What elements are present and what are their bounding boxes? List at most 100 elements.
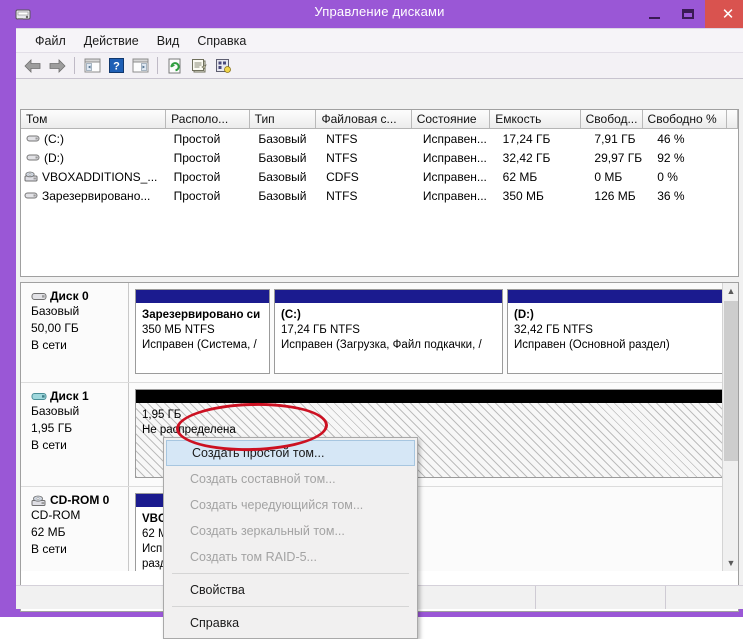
disk-title-1: Диск 1 <box>31 389 122 403</box>
scrollbar-thumb[interactable] <box>724 301 738 461</box>
cell-free-percent: 92 % <box>657 150 685 165</box>
column-header-type[interactable]: Тип <box>249 110 317 128</box>
title-bar[interactable]: Управление дисками ✕ <box>8 0 743 28</box>
column-header-capacity[interactable]: Емкость <box>490 110 581 128</box>
column-header-filler[interactable] <box>726 110 738 128</box>
column-header-layout[interactable]: Располо... <box>166 110 250 128</box>
chevron-down-icon[interactable]: ▼ <box>723 555 738 571</box>
toolbar-separator <box>74 57 75 74</box>
cell-free: 126 МБ <box>594 188 636 203</box>
context-menu-item-new-simple-volume[interactable]: Создать простой том... <box>166 440 415 466</box>
toolbar: ? <box>16 53 743 79</box>
context-menu-item-new-spanned-volume: Создать составной том... <box>190 472 336 486</box>
cell-volume: Зарезервировано... <box>42 188 151 203</box>
cell-capacity: 32,42 ГБ <box>502 150 551 165</box>
menu-bar: Файл Действие Вид Справка <box>16 29 743 53</box>
volume-list[interactable]: Том Располо... Тип Файловая с... Состоян… <box>20 109 739 277</box>
disk-status: В сети <box>31 338 67 352</box>
hard-disk-icon <box>31 391 47 402</box>
help-icon[interactable]: ? <box>105 55 127 77</box>
disk-header-1[interactable]: Диск 1 Базовый 1,95 ГБ В сети <box>21 383 129 486</box>
cell-status: Исправен... <box>422 131 487 146</box>
vertical-scrollbar[interactable]: ▲ ▼ <box>722 283 738 571</box>
disk-header-2[interactable]: CD-ROM 0 CD-ROM 62 МБ В сети <box>21 487 129 571</box>
cell-type: Базовый <box>258 169 307 184</box>
back-icon[interactable] <box>22 55 44 77</box>
cell-free-percent: 0 % <box>657 169 678 184</box>
cell-type: Базовый <box>258 150 307 165</box>
close-button[interactable]: ✕ <box>705 0 743 28</box>
cell-volume: (C:) <box>44 131 64 146</box>
column-header-free[interactable]: Свобод... <box>580 110 643 128</box>
column-header-filesystem[interactable]: Файловая с... <box>316 110 412 128</box>
context-menu-item-new-striped-volume: Создать чередующийся том... <box>190 498 364 512</box>
maximize-button[interactable] <box>671 0 705 28</box>
context-menu[interactable]: Создать простой том... Создать составной… <box>163 437 418 639</box>
partition-system-reserved[interactable]: Зарезервировано си 350 МБ NTFS Исправен … <box>135 289 270 374</box>
partition-label: (D:) <box>514 309 534 321</box>
partition-d[interactable]: (D:) 32,42 ГБ NTFS Исправен (Основной ра… <box>507 289 723 374</box>
context-menu-item-help[interactable]: Справка <box>164 610 417 636</box>
disk-status: В сети <box>31 438 67 452</box>
cell-capacity: 17,24 ГБ <box>502 131 551 146</box>
menu-file[interactable]: Файл <box>26 32 75 50</box>
menu-help[interactable]: Справка <box>188 32 255 50</box>
context-menu-item-properties[interactable]: Свойства <box>164 577 417 603</box>
show-hide-left-pane-icon[interactable] <box>81 55 103 77</box>
show-hide-action-pane-icon[interactable] <box>129 55 151 77</box>
cell-capacity: 62 МБ <box>502 169 538 184</box>
refresh-icon[interactable] <box>164 55 186 77</box>
properties-icon[interactable] <box>188 55 210 77</box>
table-row[interactable]: (C:) Простой Базовый NTFS Исправен... 17… <box>21 129 738 148</box>
table-row[interactable]: VBOXADDITIONS_... Простой Базовый CDFS И… <box>21 167 738 186</box>
cell-filesystem: NTFS <box>326 188 358 203</box>
disk-header-0[interactable]: Диск 0 Базовый 50,00 ГБ В сети <box>21 283 129 382</box>
partition-status: Исправен (Система, / <box>142 339 257 351</box>
table-row[interactable]: (D:) Простой Базовый NTFS Исправен... 32… <box>21 148 738 167</box>
caption-buttons: ✕ <box>637 0 743 28</box>
disk-type: Базовый <box>31 404 80 418</box>
status-cell-3 <box>666 586 743 609</box>
cell-volume: VBOXADDITIONS_... <box>42 169 158 184</box>
partition-c[interactable]: (C:) 17,24 ГБ NTFS Исправен (Загрузка, Ф… <box>274 289 503 374</box>
menu-view[interactable]: Вид <box>148 32 189 50</box>
partition-status: Исправен (Основной раздел) <box>514 339 670 351</box>
cell-filesystem: CDFS <box>326 169 359 184</box>
disk-type: CD-ROM <box>31 508 81 522</box>
client-area: Файл Действие Вид Справка ? Том Располо.… <box>16 28 743 639</box>
disk-size: 1,95 ГБ <box>31 421 73 435</box>
column-header-volume[interactable]: Том <box>21 110 167 128</box>
column-header-free-percent[interactable]: Свободно % <box>642 110 727 128</box>
forward-icon[interactable] <box>46 55 68 77</box>
disk-title-2: CD-ROM 0 <box>31 493 122 507</box>
chevron-up-icon[interactable]: ▲ <box>723 283 738 299</box>
cell-layout: Простой <box>173 169 221 184</box>
partition-label: (C:) <box>281 309 301 321</box>
disk-size: 62 МБ <box>31 525 66 539</box>
cell-type: Базовый <box>258 131 307 146</box>
partition-color-bar <box>136 390 723 403</box>
cell-volume: (D:) <box>44 150 64 165</box>
context-menu-separator-1 <box>172 573 409 574</box>
disk-size: 50,00 ГБ <box>31 321 79 335</box>
disk-partitions-0: Зарезервировано си 350 МБ NTFS Исправен … <box>129 283 723 382</box>
minimize-button[interactable] <box>637 0 671 28</box>
disk-title-0: Диск 0 <box>31 289 122 303</box>
partition-label: Зарезервировано си <box>142 309 261 321</box>
disk-name: Диск 1 <box>50 389 89 403</box>
table-row[interactable]: Зарезервировано... Простой Базовый NTFS … <box>21 186 738 205</box>
column-header-status[interactable]: Состояние <box>411 110 491 128</box>
partition-size: 17,24 ГБ NTFS <box>281 324 360 336</box>
disk-row-0[interactable]: Диск 0 Базовый 50,00 ГБ В сети Зарезерви… <box>21 283 723 383</box>
partition-status: Исправен (Загрузка, Файл подкачки, / <box>281 339 482 351</box>
partition-status: Не распределена <box>142 424 236 436</box>
partition-color-bar <box>136 290 269 303</box>
cell-status: Исправен... <box>422 150 487 165</box>
cell-free: 29,97 ГБ <box>594 150 643 165</box>
menu-action[interactable]: Действие <box>75 32 148 50</box>
rescan-disks-icon[interactable] <box>212 55 234 77</box>
disk-status: В сети <box>31 542 67 556</box>
cell-free-percent: 36 % <box>657 188 685 203</box>
disk-management-window: Управление дисками ✕ Файл Действие Вид С… <box>0 0 743 639</box>
cd-drive-icon <box>31 495 47 506</box>
